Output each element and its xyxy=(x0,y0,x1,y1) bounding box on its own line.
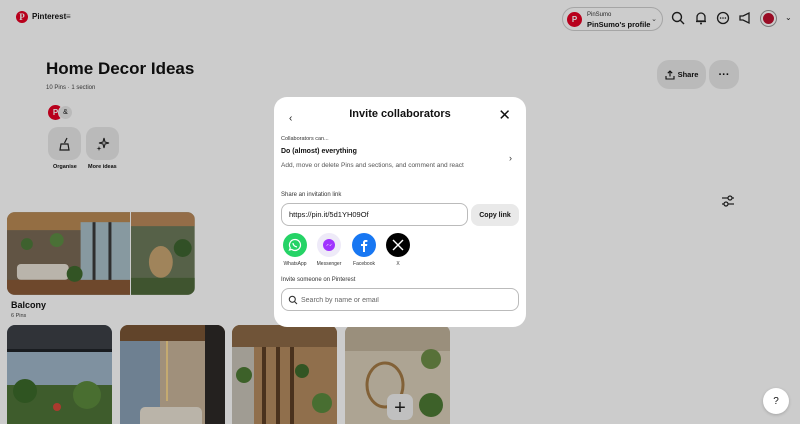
x-share-button[interactable] xyxy=(386,233,410,257)
whatsapp-icon xyxy=(288,238,302,252)
invite-search-input[interactable] xyxy=(301,293,511,307)
invitation-link-label: Share an invitation link xyxy=(281,192,342,198)
x-label: X xyxy=(396,261,400,267)
invitation-link-field[interactable]: https://pin.it/5d1YH09Of xyxy=(281,203,468,226)
permissions-label: Collaborators can... xyxy=(281,136,329,142)
whatsapp-share-button[interactable] xyxy=(283,233,307,257)
facebook-share-button[interactable] xyxy=(352,233,376,257)
permissions-title: Do (almost) everything xyxy=(281,148,357,155)
invite-collaborators-modal: ‹ Invite collaborators ✕ Collaborators c… xyxy=(274,97,526,327)
invite-search-field[interactable] xyxy=(281,288,519,311)
messenger-share-button[interactable] xyxy=(317,233,341,257)
x-icon xyxy=(392,239,404,251)
modal-title: Invite collaborators xyxy=(349,108,451,120)
invite-label: Invite someone on Pinterest xyxy=(281,277,356,283)
permissions-setting[interactable]: Do (almost) everything Add, move or dele… xyxy=(281,148,519,183)
help-button[interactable]: ? xyxy=(763,388,789,414)
close-icon[interactable]: ✕ xyxy=(498,106,511,124)
chevron-right-icon: › xyxy=(509,153,512,163)
search-icon xyxy=(288,295,298,305)
messenger-icon xyxy=(323,239,335,251)
copy-link-button[interactable]: Copy link xyxy=(471,204,519,226)
messenger-label: Messenger xyxy=(316,261,342,267)
permissions-description: Add, move or delete Pins and sections, a… xyxy=(281,162,464,169)
facebook-icon xyxy=(361,240,368,252)
